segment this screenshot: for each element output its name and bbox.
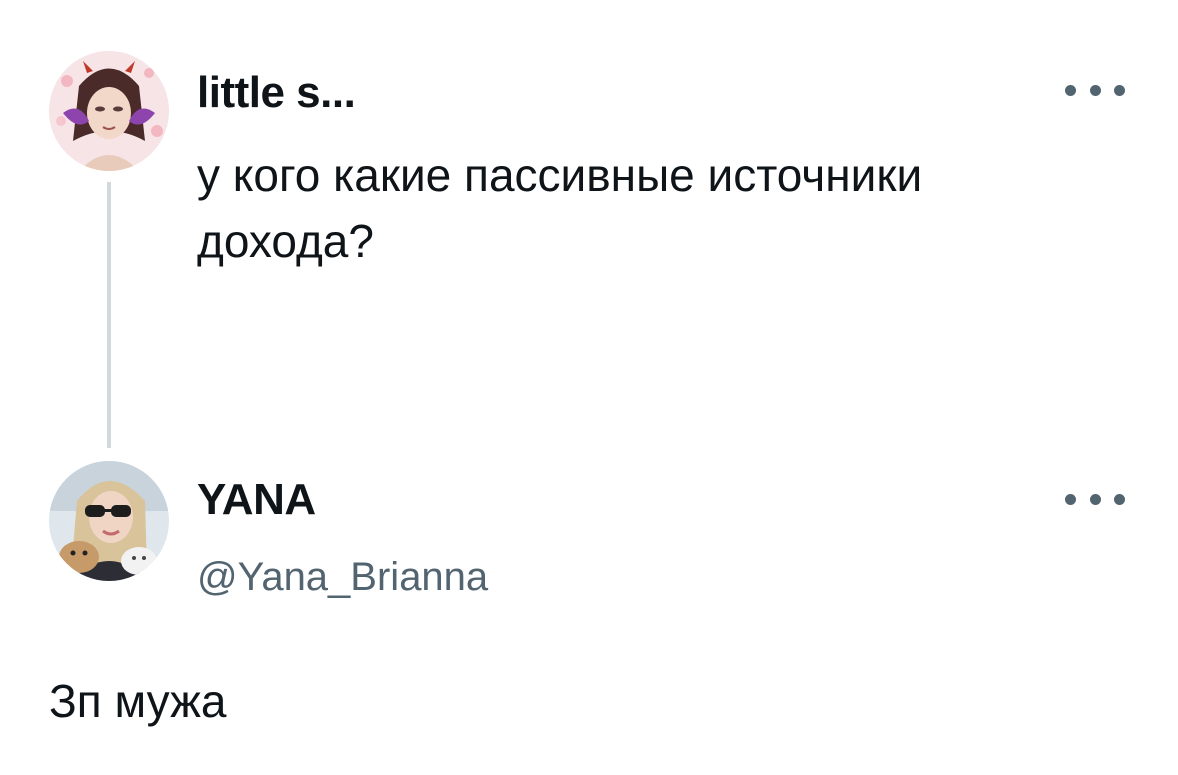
parent-more-options-button[interactable] bbox=[1065, 80, 1125, 100]
reply-more-options-button[interactable] bbox=[1065, 489, 1125, 509]
more-options-icon bbox=[1065, 493, 1076, 505]
more-options-icon bbox=[1089, 84, 1101, 96]
avatar-photo-icon bbox=[49, 461, 169, 581]
thread-connector-line bbox=[107, 182, 111, 448]
more-options-icon bbox=[1089, 493, 1101, 505]
avatar-illustration-icon bbox=[49, 51, 169, 171]
parent-tweet-text: у кого какие пассивные источники дохода? bbox=[197, 149, 923, 267]
reply-author-handle[interactable]: @Yana_Brianna bbox=[197, 553, 488, 601]
more-options-icon bbox=[1114, 84, 1125, 96]
reply-tweet: YANA @Yana_Brianna Зп мужа bbox=[0, 450, 1178, 775]
parent-tweet: little s... у кого какие пассивные источ… bbox=[0, 0, 1178, 460]
more-options-icon bbox=[1065, 84, 1076, 96]
more-options-icon bbox=[1114, 493, 1125, 505]
reply-author-name[interactable]: YANA bbox=[197, 474, 316, 526]
reply-avatar[interactable] bbox=[49, 461, 169, 581]
reply-tweet-text: Зп мужа bbox=[49, 675, 227, 727]
parent-avatar[interactable] bbox=[49, 51, 169, 171]
parent-author-name[interactable]: little s... bbox=[197, 67, 356, 119]
